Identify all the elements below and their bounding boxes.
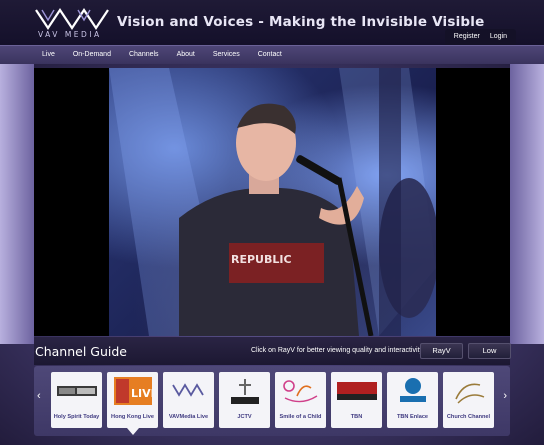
rayv-hint-text: Click on RayV for better viewing quality… [251, 347, 427, 354]
video-player[interactable]: REPUBLIC [34, 68, 510, 336]
stage-right-glow [510, 64, 544, 344]
channel-logo-icon [279, 376, 322, 406]
channel-tile-church-channel[interactable]: Church Channel [443, 372, 494, 428]
channel-tile-jctv[interactable]: JCTV [219, 372, 270, 428]
site-header: VAV MEDIA Vision and Voices - Making the… [0, 0, 544, 46]
channel-logo-icon [335, 376, 378, 406]
register-link[interactable]: Register [449, 29, 485, 46]
nav-about[interactable]: About [168, 46, 204, 65]
site-tagline: Vision and Voices - Making the Invisible… [117, 14, 485, 30]
account-links: Register Login [444, 29, 516, 46]
nav-on-demand[interactable]: On-Demand [64, 46, 120, 65]
channel-label: TBN Enlace [396, 414, 429, 420]
channel-label: VAVMedia Live [168, 414, 209, 420]
channel-label: Hong Kong Live [111, 414, 154, 420]
channel-tile-tbn[interactable]: TBN [331, 372, 382, 428]
channel-tile-smile-of-a-child[interactable]: Smile of a Child [275, 372, 326, 428]
channel-tile-holy-spirit-today[interactable]: Holy Spirit Today [51, 372, 102, 428]
channel-logo-icon [391, 376, 434, 406]
channel-guide-bar: Channel Guide Click on RayV for better v… [34, 337, 511, 365]
channel-guide-title: Channel Guide [35, 344, 127, 359]
rayv-button[interactable]: RayV [420, 343, 463, 359]
concert-performer-image: REPUBLIC [109, 68, 436, 336]
svg-text:LIVE: LIVE [131, 387, 152, 400]
channel-label: JCTV [237, 414, 252, 420]
low-quality-button[interactable]: Low [468, 343, 511, 359]
channel-tile-tbn-enlace[interactable]: TBN Enlace [387, 372, 438, 428]
nav-live[interactable]: Live [33, 46, 64, 65]
channel-logo-icon: LIVE [111, 376, 154, 406]
carousel-prev-icon[interactable]: ‹ [37, 390, 41, 402]
channel-logo-icon [167, 376, 210, 406]
shirt-print-text: REPUBLIC [231, 253, 292, 266]
nav-channels[interactable]: Channels [120, 46, 168, 65]
channel-tile-hong-kong-live[interactable]: LIVE Hong Kong Live [107, 372, 158, 435]
stage-left-glow [0, 64, 34, 344]
nav-services[interactable]: Services [204, 46, 249, 65]
channel-logo-icon [55, 376, 98, 406]
login-link[interactable]: Login [485, 29, 512, 46]
channel-label: Smile of a Child [279, 414, 322, 420]
channel-label: TBN [350, 414, 363, 420]
channel-carousel: ‹ Holy Spirit Today LIVE Hong Kong Live [34, 366, 510, 436]
main-nav: Live On-Demand Channels About Services C… [0, 45, 544, 64]
video-frame[interactable]: REPUBLIC [109, 68, 436, 336]
channel-label: Church Channel [446, 414, 491, 420]
nav-contact[interactable]: Contact [249, 46, 291, 65]
logo-text: VAV MEDIA [38, 30, 102, 39]
channel-label: Holy Spirit Today [53, 414, 100, 420]
channel-logo-icon [447, 376, 490, 406]
channel-logo-icon [223, 376, 266, 406]
channel-tile-vavmedia-live[interactable]: VAVMedia Live [163, 372, 214, 428]
carousel-next-icon[interactable]: › [503, 390, 507, 402]
